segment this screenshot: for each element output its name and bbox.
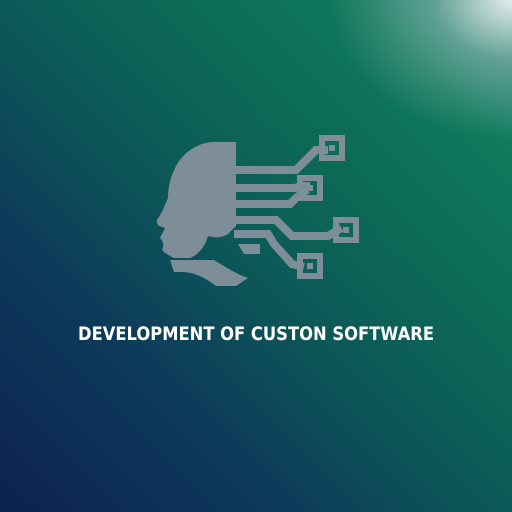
banner-caption: DEVELOPMENT OF CUSTON SOFTWARE bbox=[78, 323, 434, 345]
ai-head-circuit-icon bbox=[156, 135, 359, 286]
banner-canvas: DEVELOPMENT OF CUSTON SOFTWARE bbox=[0, 0, 512, 512]
